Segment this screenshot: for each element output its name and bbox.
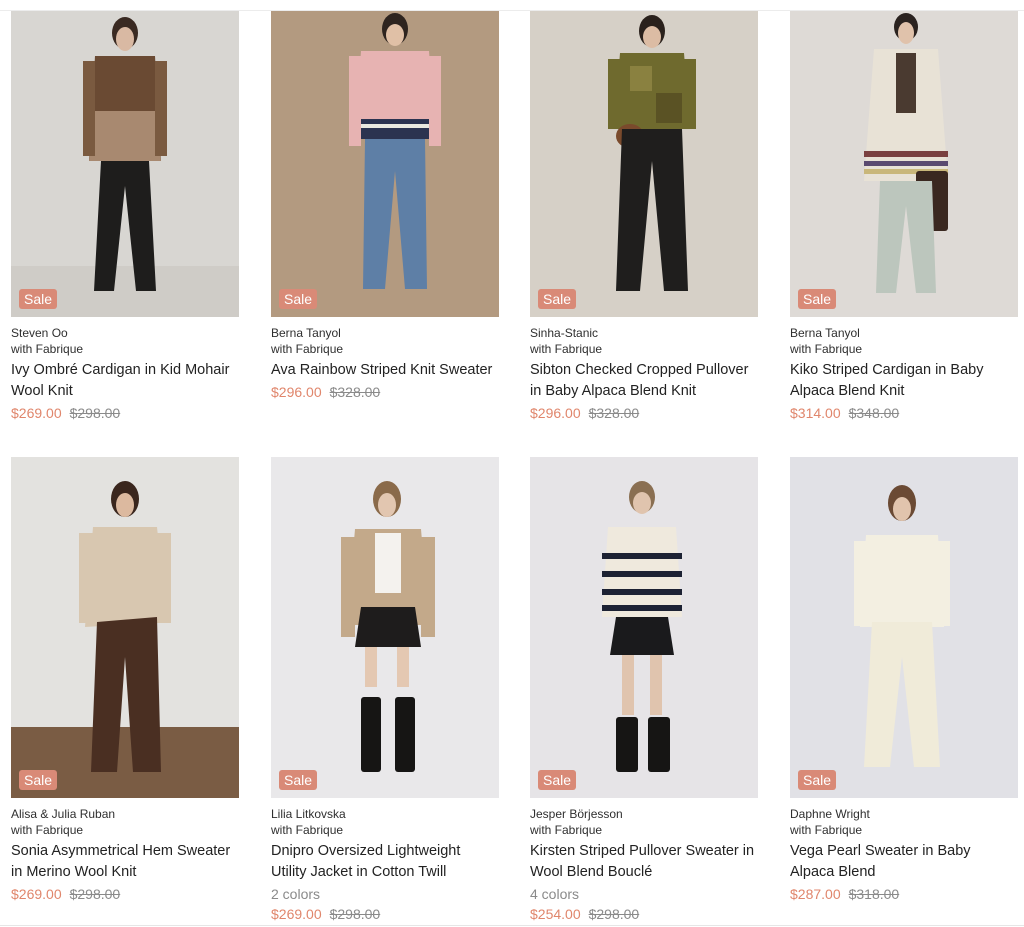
product-name[interactable]: Dnipro Oversized Lightweight Utility Jac… bbox=[271, 841, 499, 883]
collab-label: with Fabrique bbox=[11, 342, 84, 356]
color-count: 4 colors bbox=[530, 886, 580, 902]
product-name[interactable]: Kiko Striped Cardigan in Baby Alpaca Ble… bbox=[790, 360, 1018, 402]
price-row: $269.00 $298.00 bbox=[11, 404, 239, 422]
product-name[interactable]: Ava Rainbow Striped Knit Sweater bbox=[271, 360, 499, 381]
price-row: $269.00 $298.00 bbox=[271, 905, 499, 923]
collab-label: with Fabrique bbox=[271, 342, 344, 356]
price-row: $269.00 $298.00 bbox=[11, 885, 239, 903]
sale-badge: Sale bbox=[538, 770, 577, 790]
collab-label: with Fabrique bbox=[790, 823, 863, 837]
price-row: $287.00 $318.00 bbox=[790, 885, 1018, 903]
product-image[interactable]: Sale bbox=[11, 457, 239, 798]
collab-label: with Fabrique bbox=[790, 342, 863, 356]
bottom-divider bbox=[0, 925, 1024, 926]
product-card[interactable]: Sale Lilia Litkovska with Fabrique Dnipr… bbox=[271, 457, 499, 923]
product-image[interactable]: Sale bbox=[11, 11, 239, 317]
product-card[interactable]: Sale Alisa & Julia Ruban with Fabrique S… bbox=[11, 457, 239, 903]
original-price: $328.00 bbox=[588, 405, 640, 421]
color-count: 2 colors bbox=[271, 886, 321, 902]
collab-label: with Fabrique bbox=[530, 342, 603, 356]
product-image[interactable]: Sale bbox=[530, 11, 758, 317]
sale-badge: Sale bbox=[279, 770, 318, 790]
sale-badge: Sale bbox=[798, 289, 837, 309]
designer-name: Daphne Wright bbox=[790, 807, 870, 821]
price-row: $254.00 $298.00 bbox=[530, 905, 758, 923]
sale-badge: Sale bbox=[19, 289, 58, 309]
original-price: $318.00 bbox=[848, 886, 900, 902]
sale-price: $269.00 bbox=[271, 906, 322, 922]
price-row: $296.00 $328.00 bbox=[530, 404, 758, 422]
sale-price: $254.00 bbox=[530, 906, 581, 922]
product-card[interactable]: Sale Sinha-Stanic with Fabrique Sibton C… bbox=[530, 11, 758, 422]
sale-badge: Sale bbox=[538, 289, 577, 309]
sale-price: $296.00 bbox=[530, 405, 581, 421]
product-image[interactable]: Sale bbox=[790, 11, 1018, 317]
sale-price: $287.00 bbox=[790, 886, 841, 902]
original-price: $328.00 bbox=[329, 384, 381, 400]
collab-label: with Fabrique bbox=[11, 823, 84, 837]
original-price: $298.00 bbox=[588, 906, 640, 922]
original-price: $298.00 bbox=[69, 886, 121, 902]
sale-price: $269.00 bbox=[11, 886, 62, 902]
product-image[interactable]: Sale bbox=[530, 457, 758, 798]
product-card[interactable]: Sale Berna Tanyol with Fabrique Kiko Str… bbox=[790, 11, 1018, 422]
product-grid: Sale Steven Oo with Fabrique Ivy Ombré C… bbox=[0, 0, 1024, 927]
price-row: $296.00 $328.00 bbox=[271, 383, 499, 401]
sale-price: $296.00 bbox=[271, 384, 322, 400]
product-card[interactable]: Sale Daphne Wright with Fabrique Vega Pe… bbox=[790, 457, 1018, 903]
original-price: $348.00 bbox=[848, 405, 900, 421]
product-image[interactable]: Sale bbox=[271, 11, 499, 317]
sale-price: $314.00 bbox=[790, 405, 841, 421]
product-card[interactable]: Sale Jesper Börjesson with Fabrique Kirs… bbox=[530, 457, 758, 923]
product-name[interactable]: Ivy Ombré Cardigan in Kid Mohair Wool Kn… bbox=[11, 360, 239, 402]
collab-label: with Fabrique bbox=[530, 823, 603, 837]
sale-badge: Sale bbox=[798, 770, 837, 790]
collab-label: with Fabrique bbox=[271, 823, 344, 837]
product-name[interactable]: Vega Pearl Sweater in Baby Alpaca Blend bbox=[790, 841, 1018, 883]
price-row: $314.00 $348.00 bbox=[790, 404, 1018, 422]
sale-price: $269.00 bbox=[11, 405, 62, 421]
product-card[interactable]: Sale Berna Tanyol with Fabrique Ava Rain… bbox=[271, 11, 499, 401]
product-name[interactable]: Kirsten Striped Pullover Sweater in Wool… bbox=[530, 841, 758, 883]
designer-name: Jesper Börjesson bbox=[530, 807, 623, 821]
product-name[interactable]: Sibton Checked Cropped Pullover in Baby … bbox=[530, 360, 758, 402]
product-card[interactable]: Sale Steven Oo with Fabrique Ivy Ombré C… bbox=[11, 11, 239, 422]
sale-badge: Sale bbox=[279, 289, 318, 309]
sale-badge: Sale bbox=[19, 770, 58, 790]
designer-name: Berna Tanyol bbox=[790, 326, 860, 340]
original-price: $298.00 bbox=[69, 405, 121, 421]
product-image[interactable]: Sale bbox=[790, 457, 1018, 798]
original-price: $298.00 bbox=[329, 906, 381, 922]
designer-name: Lilia Litkovska bbox=[271, 807, 346, 821]
product-name[interactable]: Sonia Asymmetrical Hem Sweater in Merino… bbox=[11, 841, 239, 883]
product-image[interactable]: Sale bbox=[271, 457, 499, 798]
designer-name: Sinha-Stanic bbox=[530, 326, 599, 340]
designer-name: Alisa & Julia Ruban bbox=[11, 807, 116, 821]
designer-name: Steven Oo bbox=[11, 326, 68, 340]
designer-name: Berna Tanyol bbox=[271, 326, 341, 340]
